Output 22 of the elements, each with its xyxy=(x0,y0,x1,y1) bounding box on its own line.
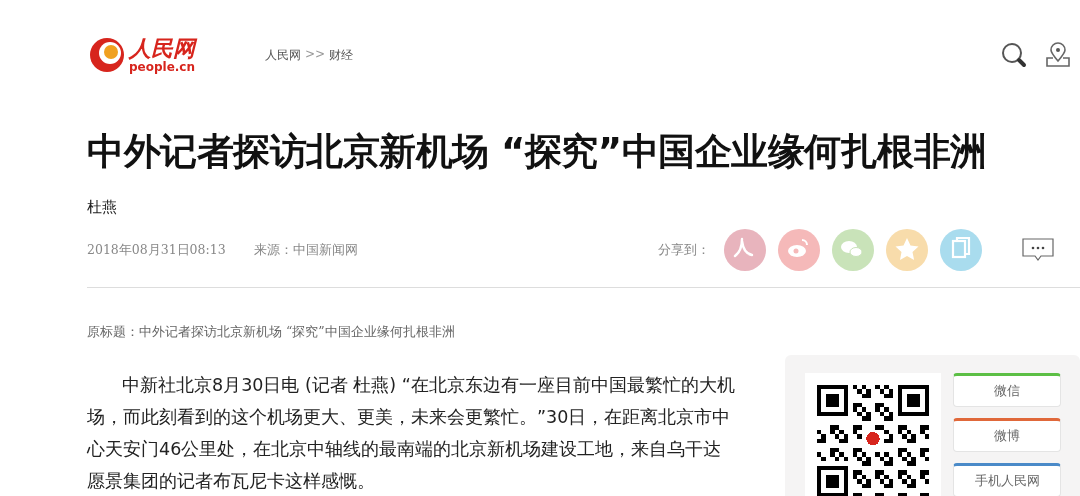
sidebar-button[interactable]: 微信 xyxy=(953,373,1061,407)
logo[interactable]: 人民网 people.cn xyxy=(87,35,247,75)
source-text: 来源：中国新闻网 xyxy=(253,241,358,259)
search-icon[interactable] xyxy=(1000,41,1028,69)
share-button[interactable] xyxy=(832,229,874,271)
original-title: 原标题：中外记者探访北京新机场 “探究”中国企业缘何扎根非洲 xyxy=(87,324,456,341)
breadcrumb-separator: >> xyxy=(305,46,326,63)
share-button[interactable] xyxy=(724,229,766,271)
comment-icon[interactable] xyxy=(1022,238,1054,262)
share-button[interactable] xyxy=(940,229,982,271)
share-button[interactable] xyxy=(886,229,928,271)
breadcrumb-link[interactable]: 人民网 xyxy=(265,46,301,64)
article-title: 中外记者探访北京新机场 “探究”中国企业缘何扎根非洲 xyxy=(87,129,988,175)
breadcrumb-link[interactable]: 财经 xyxy=(329,46,354,64)
sidebar-button[interactable]: 手机人民网 xyxy=(953,463,1061,496)
sidebar-button[interactable]: 微博 xyxy=(953,418,1061,452)
publish-date: 2018年08月31日08:13 xyxy=(87,241,226,259)
author-name: 杜燕 xyxy=(87,198,118,217)
share-label: 分享到： xyxy=(658,241,710,259)
article-paragraph: 中新社北京8月30日电 (记者 杜燕) “在北京东边有一座目前中国最繁忙的大机场，而此刻看到的这个机场更大、更美，未来会更繁忙。”30日，在距离北京市中心天安门46公里处，在北京中轴线的最南端的北京新机场建设工地，来自乌干达愿景集团的记者布瓦尼卡这样感慨。 xyxy=(87,374,736,493)
location-icon[interactable] xyxy=(1044,41,1072,69)
share-button[interactable] xyxy=(778,229,820,271)
